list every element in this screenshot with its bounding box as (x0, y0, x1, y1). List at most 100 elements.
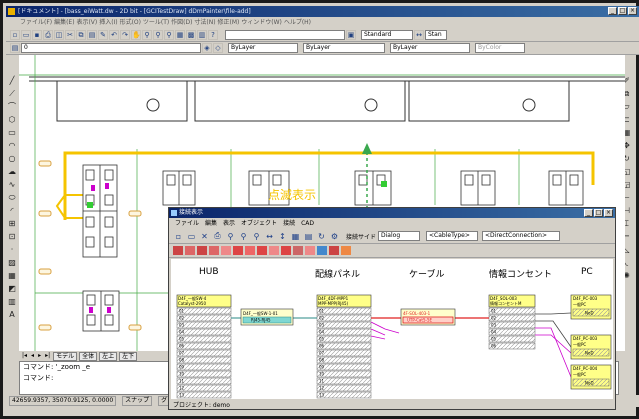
save-icon[interactable]: ▪ (32, 29, 42, 40)
design-center-icon[interactable]: ▩ (186, 29, 196, 40)
sub-tool-4-icon[interactable] (209, 246, 219, 255)
sub-delete-icon[interactable]: ✕ (199, 232, 210, 241)
connection-diagram[interactable]: HUB 配線パネル ケーブル 情報コンセント PC D4F_一般SW-4 Cata… (171, 259, 613, 399)
rectangle-icon[interactable]: ▭ (8, 129, 16, 137)
sub-tool-1-icon[interactable] (173, 246, 183, 255)
connection-side-combo[interactable]: Dialog (378, 231, 421, 241)
layer-icon[interactable]: ▣ (346, 29, 356, 40)
sub-tool-11-icon[interactable] (293, 246, 303, 255)
polygon-icon[interactable]: ⬡ (9, 116, 16, 124)
tab-model[interactable]: モデル (53, 351, 78, 361)
open-folder-icon[interactable]: ▭ (21, 29, 31, 40)
layer-manager-icon[interactable]: ▤ (10, 43, 20, 53)
ellipse-icon[interactable]: ⬭ (9, 194, 16, 202)
text-style-combo[interactable]: Standard (361, 29, 413, 40)
ellipse-arc-icon[interactable]: ◜ (10, 207, 13, 215)
layer-previous-icon[interactable]: ◇ (213, 43, 223, 53)
hatch-icon[interactable]: ▨ (8, 259, 16, 267)
redo-icon[interactable]: ↷ (120, 29, 130, 40)
tab-layout-lower-left[interactable]: 左下 (119, 351, 138, 361)
menu-insert[interactable]: 挿入(I) (99, 19, 117, 26)
layer-combo[interactable]: 0 (21, 43, 201, 53)
sub-zoom-in-icon[interactable]: ⚲ (225, 232, 236, 241)
sub-settings-icon[interactable]: ⚙ (329, 232, 340, 241)
zoom-realtime-icon[interactable]: ⚲ (142, 29, 152, 40)
sub-tool-9-icon[interactable] (269, 246, 279, 255)
sub-grid-icon[interactable]: ▦ (290, 232, 301, 241)
point-icon[interactable]: · (11, 246, 14, 254)
sub-open-icon[interactable]: ▭ (186, 232, 197, 241)
sub-tool-13-icon[interactable] (317, 246, 327, 255)
tab-prev-arrow[interactable]: ◂ (30, 351, 36, 361)
lineweight-combo[interactable]: ByLayer (390, 43, 470, 53)
region-icon[interactable]: ◩ (8, 285, 16, 293)
dim-style-combo[interactable]: Stan (425, 29, 447, 40)
sub-new-icon[interactable]: ▫ (173, 232, 184, 241)
preview-icon[interactable]: ◫ (54, 29, 64, 40)
menu-view[interactable]: 表示(V) (76, 19, 97, 26)
sub-tool-7-icon[interactable] (245, 246, 255, 255)
sub-print-icon[interactable]: ⎙ (212, 231, 223, 241)
make-current-icon[interactable]: ◈ (202, 43, 212, 53)
sub-tool-10-icon[interactable] (281, 246, 291, 255)
sub-close-button[interactable]: × (604, 209, 613, 217)
make-block-icon[interactable]: ⊡ (9, 233, 16, 241)
tab-last-arrow[interactable]: ▸| (44, 351, 52, 361)
tab-layout-all[interactable]: 全体 (79, 351, 98, 361)
menu-dimension[interactable]: 寸法(N) (194, 19, 215, 26)
help-icon[interactable]: ? (208, 29, 218, 40)
tab-first-arrow[interactable]: |◂ (21, 351, 29, 361)
insert-block-icon[interactable]: ⊞ (9, 220, 16, 228)
sub-refresh-icon[interactable]: ↻ (316, 232, 327, 241)
sub-tool-8-icon[interactable] (257, 246, 267, 255)
menu-modify[interactable]: 修正(M) (218, 19, 240, 26)
sub-fit-width-icon[interactable]: ↔ (264, 232, 275, 241)
sub-minimize-button[interactable]: _ (584, 209, 593, 217)
properties-icon[interactable]: ▦ (175, 29, 185, 40)
sub-tool-3-icon[interactable] (197, 246, 207, 255)
snap-toggle[interactable]: スナップ (122, 396, 153, 406)
fillet-icon[interactable]: ◟ (625, 259, 628, 267)
match-properties-icon[interactable]: ✎ (98, 29, 108, 40)
close-button[interactable]: × (628, 7, 637, 15)
connection-type-combo[interactable]: <DirectConnection> (482, 231, 561, 241)
table-icon[interactable]: ▥ (8, 298, 16, 306)
submenu-object[interactable]: オブジェクト (241, 218, 277, 229)
submenu-connect[interactable]: 接続 (283, 218, 295, 229)
submenu-edit[interactable]: 編集 (205, 218, 217, 229)
menu-window[interactable]: ウィンドウ(W) (241, 19, 282, 26)
paste-icon[interactable]: ▤ (87, 29, 97, 40)
maximize-button[interactable]: □ (618, 7, 627, 15)
sub-zoom-out-icon[interactable]: ⚲ (238, 232, 249, 241)
cut-icon[interactable]: ✂ (65, 29, 75, 40)
undo-icon[interactable]: ↶ (109, 29, 119, 40)
circle-icon[interactable]: ○ (9, 155, 16, 163)
empty-combo[interactable] (225, 29, 345, 40)
sub-tool-12-icon[interactable] (305, 246, 315, 255)
dim-style-icon[interactable]: ↔ (414, 29, 424, 40)
sub-tool-5-icon[interactable] (221, 246, 231, 255)
zoom-window-icon[interactable]: ⚲ (153, 29, 163, 40)
submenu-cad[interactable]: CAD (301, 218, 314, 229)
arc-icon[interactable]: ◠ (9, 142, 16, 150)
linetype-combo[interactable]: ByLayer (303, 43, 385, 53)
line-icon[interactable]: ╱ (10, 77, 15, 85)
tab-layout-upper-left[interactable]: 左上 (99, 351, 118, 361)
revcloud-icon[interactable]: ☁ (8, 168, 16, 176)
sub-fit-height-icon[interactable]: ↕ (277, 232, 288, 241)
new-file-icon[interactable]: ▫ (10, 29, 20, 40)
submenu-file[interactable]: ファイル (175, 218, 199, 229)
menu-format[interactable]: 形式(O) (120, 19, 141, 26)
print-icon[interactable]: ⎙ (43, 29, 53, 40)
menu-draw[interactable]: 作図(D) (171, 19, 192, 26)
menu-file[interactable]: ファイル(F) (20, 19, 52, 26)
menu-tools[interactable]: ツール(T) (143, 19, 169, 26)
mtext-icon[interactable]: A (9, 311, 14, 319)
menu-edit[interactable]: 編集(E) (54, 19, 74, 26)
zoom-previous-icon[interactable]: ⚲ (164, 29, 174, 40)
submenu-view[interactable]: 表示 (223, 218, 235, 229)
gradient-icon[interactable]: ▦ (8, 272, 16, 280)
copy-icon[interactable]: ⧉ (76, 29, 86, 40)
sub-maximize-button[interactable]: □ (594, 209, 603, 217)
construction-line-icon[interactable]: ⟋ (9, 90, 15, 98)
